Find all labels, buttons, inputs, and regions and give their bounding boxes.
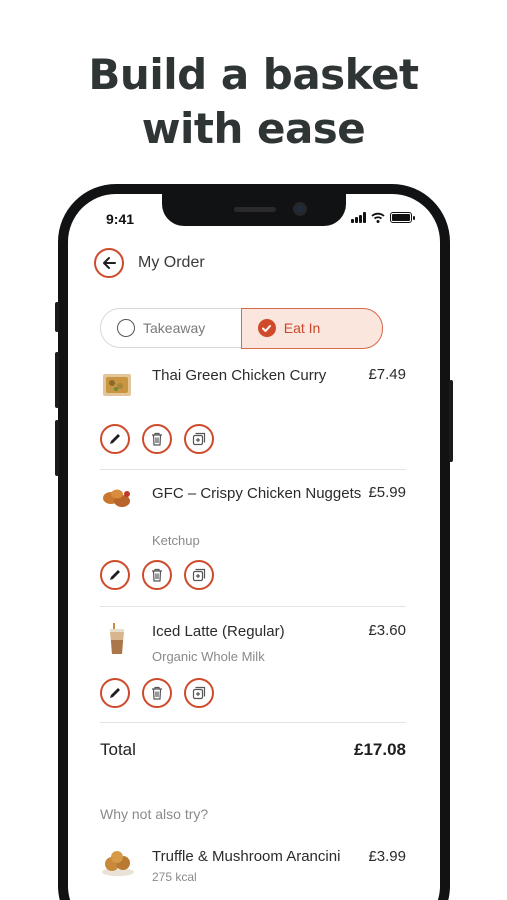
camera [293,202,307,216]
speaker [234,207,276,212]
eat-in-label: Eat In [283,320,321,336]
header: My Order [94,248,205,278]
trash-icon [152,432,162,446]
headline-line-1: Build a basket [88,50,419,99]
phone-button [449,380,453,462]
item-option: Ketchup [152,533,200,548]
item-divider [100,469,406,470]
basket-item: GFC – Crispy Chicken Nuggets £5.99 Ketch… [100,478,408,598]
wifi-icon [371,212,385,223]
duplicate-button[interactable] [184,560,214,590]
duplicate-icon [192,432,206,446]
suggestion-price: £3.99 [368,848,406,865]
trash-icon [152,568,162,582]
item-price: £7.49 [368,366,406,383]
duplicate-button[interactable] [184,424,214,454]
app-screen: 9:41 My Order Takeaway Eat In Thai Green… [68,194,440,900]
phone-button [55,302,59,332]
edit-button[interactable] [100,560,130,590]
pencil-icon [110,688,120,698]
duplicate-icon [192,686,206,700]
curry-thumbnail [103,374,131,396]
item-divider [100,606,406,607]
item-name: Thai Green Chicken Curry [152,367,327,384]
basket-item: Iced Latte (Regular) £3.60 Organic Whole… [100,618,408,718]
arrow-left-icon [103,257,116,269]
check-icon [257,319,276,337]
item-actions [100,560,214,590]
pencil-icon [110,570,120,580]
latte-thumbnail [110,623,124,654]
item-option: Organic Whole Milk [152,649,265,664]
item-actions [100,424,214,454]
nuggets-thumbnail [103,489,130,507]
headline-line-2: with ease [141,104,366,153]
suggestions-title: Why not also try? [100,806,209,822]
basket-item: Thai Green Chicken Curry £7.49 [100,364,408,464]
notch [162,194,346,226]
item-name: Iced Latte (Regular) [152,623,285,640]
takeaway-option[interactable]: Takeaway [101,309,241,347]
item-name: GFC – Crispy Chicken Nuggets [152,485,362,502]
order-type-toggle: Takeaway Eat In [100,307,383,349]
duplicate-button[interactable] [184,678,214,708]
item-actions [100,678,214,708]
radio-unselected-icon [117,319,135,337]
total-label: Total [100,740,136,759]
headline: Build a basket with ease [0,48,507,156]
arancini-thumbnail [102,851,134,876]
page-title: My Order [138,254,205,271]
pencil-icon [110,434,120,444]
item-price: £5.99 [368,484,406,501]
suggestion-kcal: 275 kcal [152,870,197,884]
duplicate-icon [192,568,206,582]
phone-button [55,352,59,408]
delete-button[interactable] [142,560,172,590]
trash-icon [152,686,162,700]
edit-button[interactable] [100,678,130,708]
status-icons [351,212,415,223]
edit-button[interactable] [100,424,130,454]
takeaway-label: Takeaway [143,320,206,336]
back-button[interactable] [94,248,124,278]
delete-button[interactable] [142,678,172,708]
signal-icon [351,212,366,223]
item-price: £3.60 [368,622,406,639]
suggestion-name: Truffle & Mushroom Arancini [152,848,341,865]
status-time: 9:41 [106,211,135,227]
phone-frame: 9:41 My Order Takeaway Eat In Thai Green… [55,184,453,900]
phone-button [55,420,59,476]
item-divider [100,722,406,723]
battery-icon [390,212,415,223]
delete-button[interactable] [142,424,172,454]
total-value: £17.08 [354,740,406,759]
eat-in-option[interactable]: Eat In [240,307,383,349]
